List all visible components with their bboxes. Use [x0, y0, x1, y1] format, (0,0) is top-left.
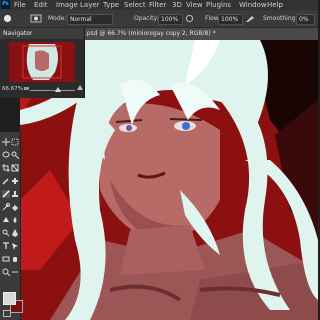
mode-label: Mode: [48, 15, 67, 22]
menu-layer[interactable]: Layer [80, 0, 100, 10]
airbrush-icon[interactable] [245, 13, 255, 23]
frame-tool-icon[interactable] [11, 164, 19, 172]
menu-3d[interactable]: 3D [172, 0, 182, 10]
zoom-out-icon[interactable] [24, 87, 29, 90]
smoothing-field[interactable]: 0% [296, 14, 315, 25]
smoothing-label: Smoothing: [263, 15, 298, 22]
quick-select-tool-icon[interactable] [11, 151, 19, 159]
opacity-field[interactable]: 100% [158, 14, 183, 25]
menu-image[interactable]: Image [56, 0, 78, 10]
navigator-zoom-value[interactable]: 66.67% [2, 86, 23, 92]
mode-dropdown[interactable]: Normal [67, 14, 113, 25]
healing-tool-icon[interactable] [11, 177, 19, 185]
foreground-color-swatch[interactable] [3, 292, 16, 305]
menu-view[interactable]: View [186, 0, 203, 10]
brush-tool-icon[interactable] [2, 190, 10, 198]
menu-bar: Ps File Edit Image Layer Type Select Fil… [0, 0, 318, 10]
rectangle-tool-icon[interactable] [2, 255, 10, 263]
dodge-tool-icon[interactable] [2, 229, 10, 237]
app-logo-icon[interactable]: Ps [1, 0, 10, 9]
navigator-thumbnail[interactable] [9, 42, 75, 82]
pressure-opacity-icon[interactable] [185, 14, 194, 23]
move-tool-icon[interactable] [2, 138, 10, 146]
brush-settings-icon[interactable] [30, 14, 42, 23]
brush-preset-icon[interactable] [3, 14, 12, 23]
menu-window[interactable]: Window [239, 0, 267, 10]
opacity-label: Opacity: [134, 15, 159, 22]
quick-mask-icon[interactable] [3, 310, 11, 317]
flow-field[interactable]: 100% [218, 14, 243, 25]
navigator-title: Navigator [3, 30, 33, 37]
zoom-tool-icon[interactable] [2, 268, 10, 276]
eyedropper-tool-icon[interactable] [2, 177, 10, 185]
eraser-tool-icon[interactable] [11, 203, 19, 211]
gradient-tool-icon[interactable] [2, 216, 10, 224]
more-tools-icon[interactable] [11, 268, 19, 276]
pen-tool-icon[interactable] [11, 229, 19, 237]
navigator-header[interactable]: Navigator [0, 28, 84, 39]
lasso-tool-icon[interactable] [2, 151, 10, 159]
tools-panel [0, 132, 23, 320]
zoom-in-icon[interactable] [77, 85, 83, 90]
menu-file[interactable]: File [14, 0, 26, 10]
menu-plugins[interactable]: Plugins [206, 0, 231, 10]
navigator-panel: Navigator 66.67% [0, 28, 85, 98]
document-tab-title: igay.psd @ 66.7% (minionigay copy 2, RGB… [73, 30, 216, 37]
menu-filter[interactable]: Filter [149, 0, 166, 10]
menu-type[interactable]: Type [103, 0, 119, 10]
menu-edit[interactable]: Edit [34, 0, 48, 10]
options-bar: Mode: Normal Opacity: 100% Flow: 100% Sm… [0, 10, 318, 28]
document-tab[interactable]: igay.psd @ 66.7% (minionigay copy 2, RGB… [70, 28, 318, 40]
blur-tool-icon[interactable] [11, 216, 19, 224]
menu-select[interactable]: Select [124, 0, 146, 10]
crop-tool-icon[interactable] [2, 164, 10, 172]
menu-help[interactable]: Help [267, 0, 283, 10]
marquee-tool-icon[interactable] [11, 138, 19, 146]
hand-tool-icon[interactable] [11, 255, 19, 263]
clone-stamp-tool-icon[interactable] [11, 190, 19, 198]
history-brush-tool-icon[interactable] [2, 203, 10, 211]
zoom-slider-handle[interactable] [55, 87, 61, 92]
zoom-slider[interactable] [30, 90, 75, 91]
type-tool-icon[interactable] [2, 242, 10, 250]
path-select-tool-icon[interactable] [11, 242, 19, 250]
